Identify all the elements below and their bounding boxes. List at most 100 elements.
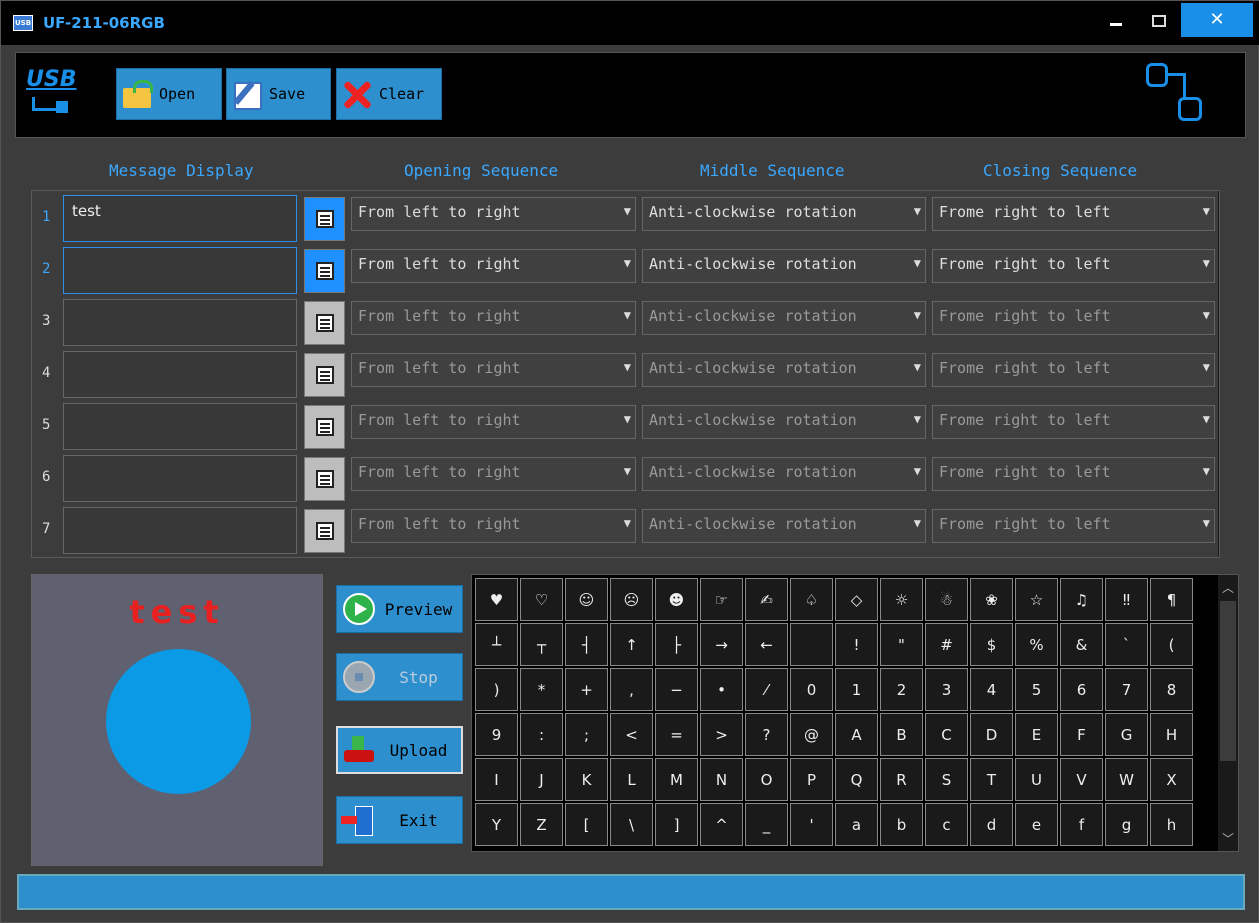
symbol-cell[interactable]: ┬	[520, 623, 563, 666]
minimize-button[interactable]	[1095, 3, 1137, 37]
symbol-cell[interactable]: %	[1015, 623, 1058, 666]
symbol-scrollbar[interactable]: ︿ ﹀	[1218, 575, 1238, 851]
symbol-cell[interactable]: ❀	[970, 578, 1013, 621]
symbol-cell[interactable]: \	[610, 803, 653, 846]
symbol-cell[interactable]: K	[565, 758, 608, 801]
symbol-cell[interactable]: &	[1060, 623, 1103, 666]
symbol-cell[interactable]: S	[925, 758, 968, 801]
symbol-cell[interactable]: ┴	[475, 623, 518, 666]
opening-sequence-select[interactable]: From left to right ▼	[351, 249, 636, 283]
edit-message-button[interactable]	[304, 301, 345, 345]
symbol-cell[interactable]: B	[880, 713, 923, 756]
symbol-cell[interactable]: ;	[565, 713, 608, 756]
symbol-cell[interactable]: J	[520, 758, 563, 801]
symbol-cell[interactable]: ┤	[565, 623, 608, 666]
edit-message-button[interactable]	[304, 405, 345, 449]
symbol-cell[interactable]: ♫	[1060, 578, 1103, 621]
middle-sequence-select[interactable]: Anti-clockwise rotation ▼	[642, 457, 926, 491]
symbol-cell[interactable]: e	[1015, 803, 1058, 846]
symbol-cell[interactable]: ♤	[790, 578, 833, 621]
symbol-cell[interactable]: [	[565, 803, 608, 846]
opening-sequence-select[interactable]: From left to right ▼	[351, 353, 636, 387]
symbol-cell[interactable]: ,	[610, 668, 653, 711]
symbol-cell[interactable]: ✍	[745, 578, 788, 621]
symbol-cell[interactable]: $	[970, 623, 1013, 666]
symbol-cell[interactable]: •	[700, 668, 743, 711]
symbol-cell[interactable]: ☞	[700, 578, 743, 621]
symbol-cell[interactable]: ◇	[835, 578, 878, 621]
symbol-cell[interactable]: R	[880, 758, 923, 801]
symbol-cell[interactable]: )	[475, 668, 518, 711]
close-button[interactable]: ✕	[1181, 3, 1253, 37]
symbol-cell[interactable]: ☼	[880, 578, 923, 621]
symbol-cell[interactable]: ¶	[1150, 578, 1193, 621]
symbol-cell[interactable]: 6	[1060, 668, 1103, 711]
symbol-cell[interactable]: ↑	[610, 623, 653, 666]
closing-sequence-select[interactable]: Frome right to left ▼	[932, 301, 1215, 335]
message-input[interactable]	[63, 247, 297, 294]
symbol-cell[interactable]: N	[700, 758, 743, 801]
symbol-cell[interactable]: 9	[475, 713, 518, 756]
message-input[interactable]	[63, 455, 297, 502]
closing-sequence-select[interactable]: Frome right to left ▼	[932, 197, 1215, 231]
symbol-cell[interactable]: I	[475, 758, 518, 801]
opening-sequence-select[interactable]: From left to right ▼	[351, 405, 636, 439]
symbol-cell[interactable]: 5	[1015, 668, 1058, 711]
symbol-cell[interactable]: :	[520, 713, 563, 756]
symbol-cell[interactable]: →	[700, 623, 743, 666]
symbol-cell[interactable]: ⁄	[745, 668, 788, 711]
symbol-cell[interactable]: (	[1150, 623, 1193, 666]
symbol-cell[interactable]: H	[1150, 713, 1193, 756]
scrollbar-thumb[interactable]	[1220, 601, 1236, 761]
symbol-cell[interactable]: @	[790, 713, 833, 756]
symbol-cell[interactable]: '	[790, 803, 833, 846]
message-input[interactable]	[63, 403, 297, 450]
symbol-cell[interactable]: 3	[925, 668, 968, 711]
symbol-cell[interactable]: 7	[1105, 668, 1148, 711]
edit-message-button[interactable]	[304, 509, 345, 553]
save-button[interactable]: Save	[226, 68, 331, 120]
maximize-button[interactable]	[1138, 3, 1180, 37]
symbol-cell[interactable]: ←	[745, 623, 788, 666]
symbol-cell[interactable]: c	[925, 803, 968, 846]
symbol-cell[interactable]: ‼	[1105, 578, 1148, 621]
symbol-cell[interactable]: T	[970, 758, 1013, 801]
symbol-cell[interactable]: U	[1015, 758, 1058, 801]
open-button[interactable]: Open	[116, 68, 222, 120]
symbol-cell[interactable]: h	[1150, 803, 1193, 846]
message-input[interactable]: test	[63, 195, 297, 242]
preview-button[interactable]: Preview	[336, 585, 463, 633]
closing-sequence-select[interactable]: Frome right to left ▼	[932, 353, 1215, 387]
opening-sequence-select[interactable]: From left to right ▼	[351, 301, 636, 335]
symbol-cell[interactable]: 0	[790, 668, 833, 711]
symbol-cell[interactable]: Z	[520, 803, 563, 846]
closing-sequence-select[interactable]: Frome right to left ▼	[932, 405, 1215, 439]
symbol-cell[interactable]: 4	[970, 668, 1013, 711]
closing-sequence-select[interactable]: Frome right to left ▼	[932, 457, 1215, 491]
symbol-cell[interactable]: !	[835, 623, 878, 666]
symbol-cell[interactable]: V	[1060, 758, 1103, 801]
middle-sequence-select[interactable]: Anti-clockwise rotation ▼	[642, 249, 926, 283]
message-input[interactable]	[63, 351, 297, 398]
symbol-cell[interactable]: C	[925, 713, 968, 756]
symbol-cell[interactable]: a	[835, 803, 878, 846]
symbol-cell[interactable]: P	[790, 758, 833, 801]
scroll-up-icon[interactable]: ︿	[1222, 579, 1234, 596]
message-input[interactable]	[63, 507, 297, 554]
middle-sequence-select[interactable]: Anti-clockwise rotation ▼	[642, 301, 926, 335]
symbol-cell[interactable]: `	[1105, 623, 1148, 666]
clear-button[interactable]: Clear	[336, 68, 442, 120]
symbol-cell[interactable]: "	[880, 623, 923, 666]
symbol-cell[interactable]: W	[1105, 758, 1148, 801]
symbol-cell[interactable]: ☻	[655, 578, 698, 621]
edit-message-button[interactable]	[304, 249, 345, 293]
symbol-cell[interactable]: X	[1150, 758, 1193, 801]
symbol-cell[interactable]: ♥	[475, 578, 518, 621]
message-input[interactable]	[63, 299, 297, 346]
opening-sequence-select[interactable]: From left to right ▼	[351, 457, 636, 491]
symbol-cell[interactable]: ]	[655, 803, 698, 846]
symbol-cell[interactable]: +	[565, 668, 608, 711]
symbol-cell[interactable]: Y	[475, 803, 518, 846]
middle-sequence-select[interactable]: Anti-clockwise rotation ▼	[642, 197, 926, 231]
symbol-cell[interactable]: ├	[655, 623, 698, 666]
